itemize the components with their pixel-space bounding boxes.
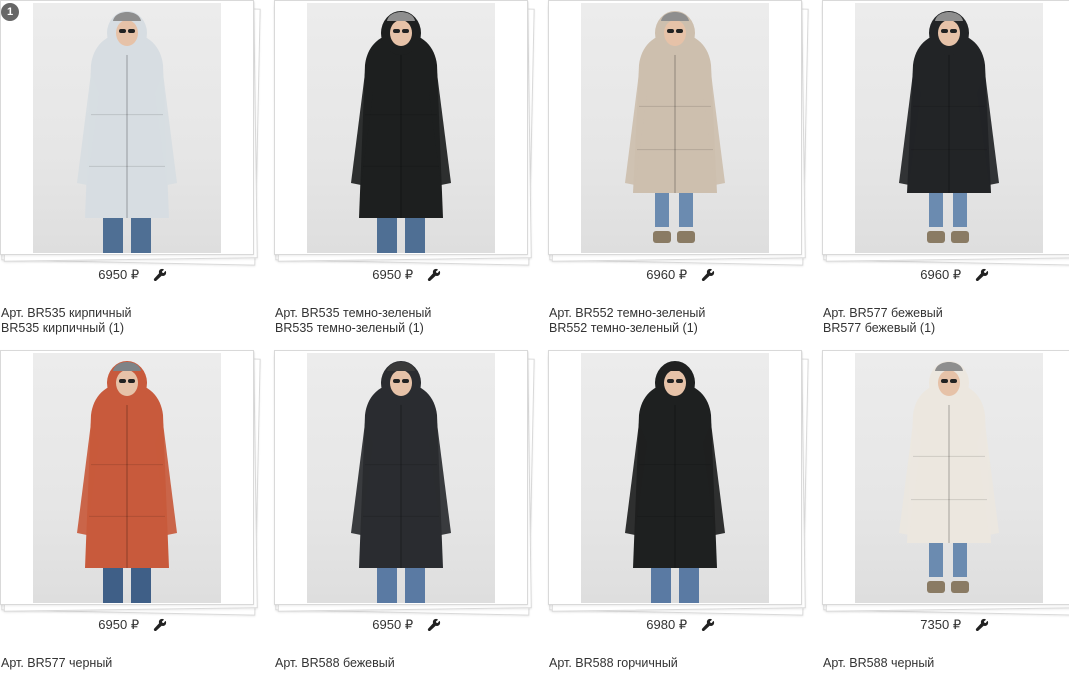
product-title[interactable]: Арт. BR535 темно-зеленый [275, 306, 535, 321]
product-subtitle: BR535 кирпичный (1) [1, 321, 124, 335]
product-title-block: Арт. BR552 темно-зеленый BR552 темно-зел… [549, 306, 809, 336]
product-photo[interactable] [855, 353, 1043, 603]
product-card[interactable]: 6960 ₽ Арт. BR577 бежевый BR577 бежевый … [822, 0, 1069, 338]
model-figure [625, 11, 725, 243]
product-price: 6980 ₽ [646, 616, 688, 632]
model-figure [899, 11, 999, 243]
product-price: 6960 ₽ [920, 266, 962, 282]
product-grid: 1 6950 ₽ Арт. BR535 кирпичный BR535 кирп… [0, 0, 1069, 675]
product-title[interactable]: Арт. BR588 бежевый [275, 656, 535, 671]
product-photo[interactable] [855, 3, 1043, 253]
photo-sheet-front[interactable] [548, 350, 802, 605]
product-subtitle: BR552 темно-зеленый (1) [549, 321, 698, 335]
product-price: 6950 ₽ [372, 266, 414, 282]
product-title-block: Арт. BR588 бежевый [275, 656, 535, 671]
wrench-icon[interactable] [427, 618, 441, 632]
product-title[interactable]: Арт. BR577 бежевый [823, 306, 1069, 321]
photo-sheet-front[interactable] [0, 0, 254, 255]
product-photo[interactable] [581, 353, 769, 603]
product-title-block: Арт. BR535 темно-зеленый BR535 темно-зел… [275, 306, 535, 336]
product-title[interactable]: Арт. BR588 горчичный [549, 656, 809, 671]
photo-sheet-front[interactable] [274, 0, 528, 255]
photo-stack[interactable] [548, 350, 813, 620]
model-figure [899, 361, 999, 593]
price-row: 6980 ₽ [548, 616, 813, 634]
product-title-block: Арт. BR577 бежевый BR577 бежевый (1) [823, 306, 1069, 336]
product-price: 6950 ₽ [98, 266, 140, 282]
model-figure [351, 11, 451, 253]
product-photo[interactable] [33, 353, 221, 603]
product-price: 6960 ₽ [646, 266, 688, 282]
product-title-block: Арт. BR588 горчичный [549, 656, 809, 671]
photo-stack[interactable] [0, 350, 265, 620]
wrench-icon[interactable] [701, 268, 715, 282]
product-photo[interactable] [307, 353, 495, 603]
product-subtitle: BR535 темно-зеленый (1) [275, 321, 424, 335]
model-figure [77, 361, 177, 603]
photo-sheet-front[interactable] [822, 0, 1069, 255]
product-title-block: Арт. BR535 кирпичный BR535 кирпичный (1) [1, 306, 261, 336]
product-price: 6950 ₽ [372, 616, 414, 632]
price-row: 6960 ₽ [548, 266, 813, 284]
product-card[interactable]: 6960 ₽ Арт. BR552 темно-зеленый BR552 те… [548, 0, 813, 338]
product-card[interactable]: 6950 ₽ Арт. BR535 темно-зеленый BR535 те… [274, 0, 539, 338]
price-row: 6950 ₽ [274, 616, 539, 634]
model-figure [77, 11, 177, 253]
product-card[interactable]: 6950 ₽ Арт. BR577 черный [0, 350, 265, 688]
product-price: 6950 ₽ [98, 616, 140, 632]
product-title-block: Арт. BR577 черный [1, 656, 261, 671]
model-figure [351, 361, 451, 603]
model-figure [625, 361, 725, 603]
wrench-icon[interactable] [427, 268, 441, 282]
wrench-icon[interactable] [701, 618, 715, 632]
photo-stack[interactable] [274, 350, 539, 620]
product-photo[interactable] [33, 3, 221, 253]
product-card[interactable]: 6950 ₽ Арт. BR535 кирпичный BR535 кирпич… [0, 0, 265, 338]
product-price: 7350 ₽ [920, 616, 962, 632]
photo-sheet-front[interactable] [822, 350, 1069, 605]
photo-stack[interactable] [822, 350, 1069, 620]
wrench-icon[interactable] [975, 618, 989, 632]
photo-stack[interactable] [274, 0, 539, 270]
photo-sheet-front[interactable] [0, 350, 254, 605]
photo-stack[interactable] [0, 0, 265, 270]
product-title[interactable]: Арт. BR552 темно-зеленый [549, 306, 809, 321]
photo-stack[interactable] [548, 0, 813, 270]
price-row: 6950 ₽ [0, 266, 265, 284]
photo-stack[interactable] [822, 0, 1069, 270]
photo-sheet-front[interactable] [274, 350, 528, 605]
price-row: 6950 ₽ [0, 616, 265, 634]
wrench-icon[interactable] [975, 268, 989, 282]
product-card[interactable]: 6950 ₽ Арт. BR588 бежевый [274, 350, 539, 688]
product-subtitle: BR577 бежевый (1) [823, 321, 936, 335]
price-row: 7350 ₽ [822, 616, 1069, 634]
product-title[interactable]: Арт. BR577 черный [1, 656, 261, 671]
product-title[interactable]: Арт. BR535 кирпичный [1, 306, 261, 321]
price-row: 6950 ₽ [274, 266, 539, 284]
photo-sheet-front[interactable] [548, 0, 802, 255]
product-card[interactable]: 7350 ₽ Арт. BR588 черный [822, 350, 1069, 688]
price-row: 6960 ₽ [822, 266, 1069, 284]
product-card[interactable]: 6980 ₽ Арт. BR588 горчичный [548, 350, 813, 688]
wrench-icon[interactable] [153, 618, 167, 632]
wrench-icon[interactable] [153, 268, 167, 282]
product-title-block: Арт. BR588 черный [823, 656, 1069, 671]
product-photo[interactable] [581, 3, 769, 253]
count-badge: 1 [1, 3, 19, 21]
product-photo[interactable] [307, 3, 495, 253]
product-title[interactable]: Арт. BR588 черный [823, 656, 1069, 671]
